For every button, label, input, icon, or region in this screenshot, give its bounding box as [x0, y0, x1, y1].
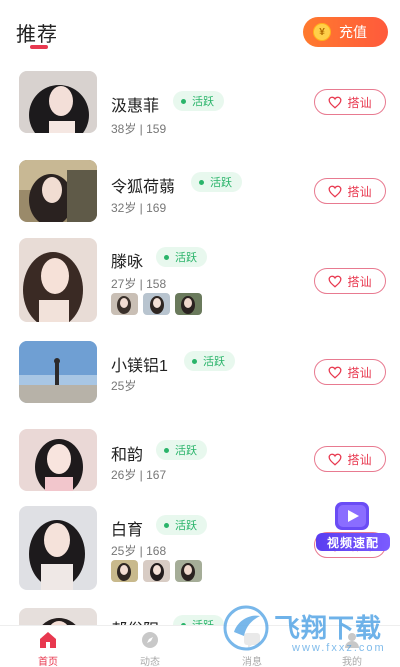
status-badge: 活跃 [173, 91, 224, 111]
tab-label: 首页 [38, 657, 58, 667]
status-badge: 活跃 [156, 515, 207, 535]
user-name: 令狐荷蒻 [111, 179, 176, 196]
active-dot-icon [164, 447, 169, 453]
tab-moments[interactable]: 动态 [120, 630, 180, 667]
user-name: 郝俗阳 [111, 616, 159, 625]
page-title[interactable]: 推荐 [16, 18, 58, 47]
status-badge: 活跃 [156, 440, 207, 460]
greet-button[interactable]: 搭讪 [314, 89, 386, 115]
status-label: 活跃 [175, 252, 197, 264]
photo-strip [111, 293, 202, 315]
bottom-tab-bar: 首页 动态 消息 我的 [0, 625, 400, 667]
user-meta: 32岁 | 169 [111, 201, 167, 215]
heart-icon [329, 96, 342, 109]
active-dot-icon [164, 522, 169, 528]
message-icon [244, 633, 260, 648]
photo-thumbnail[interactable] [111, 293, 138, 315]
heart-icon [329, 453, 342, 466]
status-label: 活跃 [175, 445, 197, 457]
tab-label: 我的 [342, 657, 362, 667]
photo-thumbnail[interactable] [143, 293, 170, 315]
photo-thumbnail[interactable] [175, 293, 202, 315]
photo-thumbnail[interactable] [175, 560, 202, 582]
list-item[interactable]: 郝俗阳 活跃 [0, 608, 400, 625]
photo-thumbnail[interactable] [143, 560, 170, 582]
heart-icon [329, 366, 342, 379]
status-badge: 活跃 [191, 172, 242, 192]
list-item[interactable]: 和韵 活跃 26岁 | 167 搭讪 [0, 429, 400, 499]
active-dot-icon [164, 254, 169, 260]
greet-label: 搭讪 [347, 274, 372, 289]
tab-profile[interactable]: 我的 [322, 630, 382, 667]
coin-icon: ¥ [313, 23, 331, 41]
recharge-label: 充值 [339, 24, 367, 40]
tab-home[interactable]: 首页 [18, 630, 78, 667]
compass-icon [142, 632, 158, 648]
active-dot-icon [192, 358, 197, 364]
greet-button[interactable]: 搭讪 [314, 178, 386, 204]
list-item[interactable]: 汲惠菲 活跃 38岁 | 159 搭讪 [0, 71, 400, 151]
greet-button[interactable]: 搭讪 [314, 446, 386, 472]
recharge-button[interactable]: ¥ 充值 [303, 17, 388, 47]
tab-label: 动态 [140, 657, 160, 667]
avatar[interactable] [19, 71, 97, 133]
list-item[interactable]: 令狐荷蒻 活跃 32岁 | 169 搭讪 [0, 160, 400, 230]
active-dot-icon [199, 179, 204, 185]
greet-label: 搭讪 [347, 452, 372, 467]
status-badge: 活跃 [184, 351, 235, 371]
greet-label: 搭讪 [347, 184, 372, 199]
avatar[interactable] [19, 429, 97, 491]
greet-label: 搭讪 [347, 365, 372, 380]
greet-label: 搭讪 [347, 95, 372, 110]
avatar[interactable] [19, 160, 97, 222]
user-meta: 38岁 | 159 [111, 122, 167, 136]
user-name: 和韵 [111, 447, 144, 464]
status-label: 活跃 [210, 177, 232, 189]
list-item[interactable]: 滕咏 活跃 27岁 | 158 搭讪 [0, 238, 400, 326]
avatar[interactable] [19, 608, 97, 625]
photo-thumbnail[interactable] [111, 560, 138, 582]
user-meta: 26岁 | 167 [111, 468, 167, 482]
status-badge: 活跃 [173, 615, 224, 625]
video-match-label: 视频速配 [316, 533, 390, 551]
avatar[interactable] [19, 341, 97, 403]
top-header: 推荐 ¥ 充值 [0, 0, 400, 60]
user-meta: 25岁 | 168 [111, 544, 167, 558]
avatar[interactable] [19, 506, 97, 590]
status-label: 活跃 [192, 96, 214, 108]
active-dot-icon [181, 98, 186, 104]
status-badge: 活跃 [156, 247, 207, 267]
user-meta: 25岁 [111, 379, 137, 393]
video-play-icon [335, 502, 369, 530]
profile-icon [345, 633, 359, 648]
heart-icon [329, 275, 342, 288]
tab-indicator [30, 45, 48, 49]
user-name: 汲惠菲 [111, 98, 160, 115]
user-meta: 27岁 | 158 [111, 277, 167, 291]
avatar[interactable] [19, 238, 97, 322]
photo-strip [111, 560, 202, 582]
tab-label: 消息 [242, 657, 262, 667]
video-match-button[interactable]: 视频速配 [314, 500, 390, 551]
greet-button[interactable]: 搭讪 [314, 268, 386, 294]
user-name: 小镁铝1 [111, 358, 168, 375]
user-name: 白育 [111, 522, 144, 539]
greet-button[interactable]: 搭讪 [314, 359, 386, 385]
status-label: 活跃 [175, 520, 197, 532]
tab-messages[interactable]: 消息 [222, 630, 282, 667]
user-name: 滕咏 [111, 254, 144, 271]
list-item[interactable]: 小镁铝1 活跃 25岁 搭讪 [0, 341, 400, 411]
status-label: 活跃 [203, 356, 225, 368]
home-icon [40, 632, 56, 648]
status-label: 活跃 [192, 617, 214, 625]
heart-icon [329, 185, 342, 198]
